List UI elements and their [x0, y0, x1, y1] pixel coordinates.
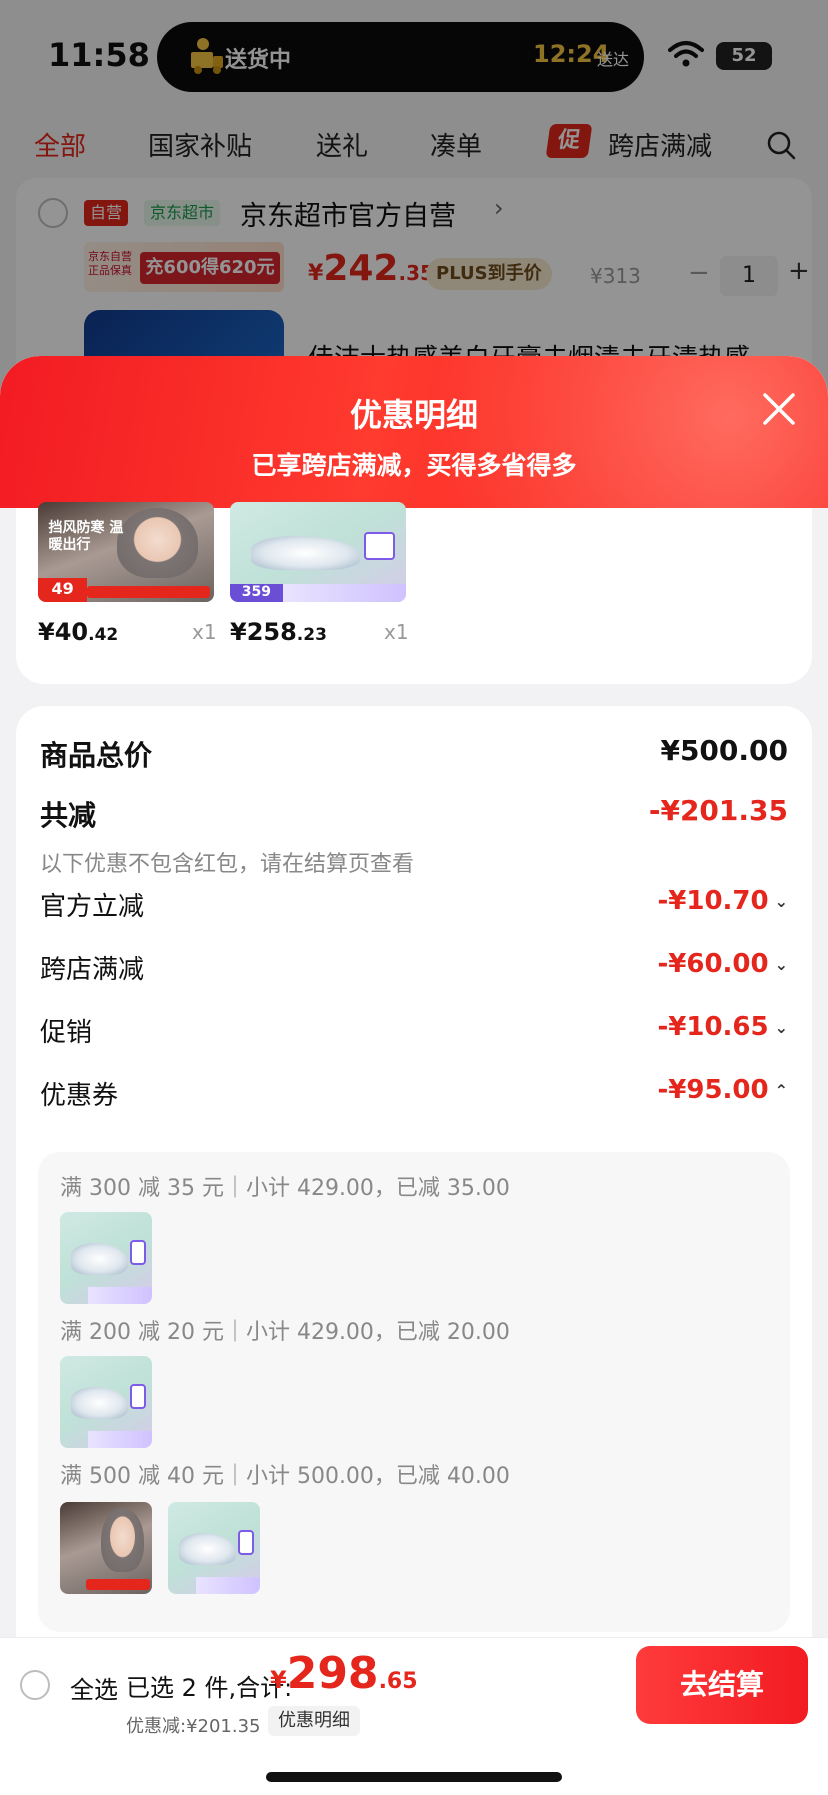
- product-image-shoe-price: 359: [230, 584, 283, 602]
- sheet-title: 优惠明细: [349, 396, 478, 434]
- total-amount: ¥298.65: [270, 1648, 418, 1699]
- cross-store-discount-value[interactable]: -¥60.00 ⌄: [657, 949, 788, 979]
- total-reduction-label: 共减: [40, 799, 97, 832]
- chevron-down-icon[interactable]: ⌄: [775, 955, 788, 974]
- checkout-button[interactable]: 去结算: [636, 1646, 808, 1724]
- home-indicator[interactable]: [266, 1772, 562, 1782]
- product-price-shoe: ¥258.23: [230, 618, 327, 646]
- select-all-checkbox[interactable]: [20, 1670, 50, 1700]
- coupon-value[interactable]: -¥95.00 ⌃: [657, 1075, 788, 1105]
- coupon-label: 优惠券: [40, 1081, 119, 1111]
- product-price-hat: ¥40.42: [38, 618, 119, 646]
- reduction-note: 以下优惠不包含红包，请在结算页查看: [40, 852, 415, 877]
- modal-dim-overlay[interactable]: [0, 0, 828, 400]
- coupon-rule-1: 满 300 减 35 元｜小计 429.00，已减 35.00: [60, 1176, 510, 1201]
- cross-store-discount-label: 跨店满减: [40, 955, 145, 985]
- discount-detail-button[interactable]: 优惠明细: [268, 1706, 360, 1736]
- product-image-hat[interactable]: 挡风防寒 温暖出行 49: [38, 502, 214, 602]
- promotion-label: 促销: [40, 1018, 93, 1048]
- official-discount-value[interactable]: -¥10.70 ⌄: [657, 886, 788, 916]
- promotion-value[interactable]: -¥10.65 ⌄: [657, 1012, 788, 1042]
- discount-summary-text: 优惠减:¥201.35: [126, 1716, 261, 1737]
- price-summary-card: 商品总价 ¥500.00 共减 -¥201.35 以下优惠不包含红包，请在结算页…: [16, 706, 812, 1795]
- total-price-label: 商品总价: [40, 739, 153, 772]
- total-reduction-value: -¥201.35: [648, 794, 788, 827]
- coupon-product-shoe[interactable]: [60, 1356, 152, 1448]
- total-price-value: ¥500.00: [660, 734, 788, 767]
- chevron-down-icon[interactable]: ⌄: [775, 1018, 788, 1037]
- coupon-detail-panel: 满 300 减 35 元｜小计 429.00，已减 35.00 满 200 减 …: [38, 1152, 790, 1632]
- chevron-up-icon[interactable]: ⌃: [775, 1081, 788, 1100]
- coupon-product-shoe[interactable]: [60, 1212, 152, 1304]
- select-all-label[interactable]: 全选: [70, 1670, 118, 1705]
- close-icon[interactable]: [760, 390, 798, 428]
- cart-page-background: 11:58 送货中 12:24 送达 52 全部 国家补贴 送礼 凑单 促 跨店…: [0, 0, 828, 430]
- product-image-shoe[interactable]: 359: [230, 502, 406, 602]
- sheet-subtitle: 已享跨店满减，买得多省得多: [251, 451, 577, 480]
- official-discount-label: 官方立减: [40, 892, 145, 922]
- product-image-hat-text: 挡风防寒 温暖出行: [48, 520, 124, 553]
- selected-products-card: 挡风防寒 温暖出行 49 359 ¥40.42 x1 ¥258.23 x1: [16, 502, 812, 684]
- coupon-rule-2: 满 200 减 20 元｜小计 429.00，已减 20.00: [60, 1320, 510, 1345]
- coupon-product-hat[interactable]: [60, 1502, 152, 1594]
- chevron-down-icon[interactable]: ⌄: [775, 892, 788, 911]
- selected-count-text: 已选 2 件,合计:: [126, 1674, 293, 1702]
- discount-detail-sheet: 优惠明细 已享跨店满减，买得多省得多 挡风防寒 温暖出行 49 359 ¥40.…: [0, 356, 828, 1795]
- coupon-rule-3: 满 500 减 40 元｜小计 500.00，已减 40.00: [60, 1464, 510, 1489]
- product-qty-shoe: x1: [384, 620, 409, 644]
- checkout-bar: 全选 已选 2 件,合计: ¥298.65 优惠减:¥201.35 优惠明细 去…: [0, 1637, 828, 1795]
- product-qty-hat: x1: [192, 620, 217, 644]
- product-image-hat-price: 49: [38, 578, 88, 602]
- sheet-header: 优惠明细 已享跨店满减，买得多省得多: [0, 356, 828, 508]
- coupon-product-shoe[interactable]: [168, 1502, 260, 1594]
